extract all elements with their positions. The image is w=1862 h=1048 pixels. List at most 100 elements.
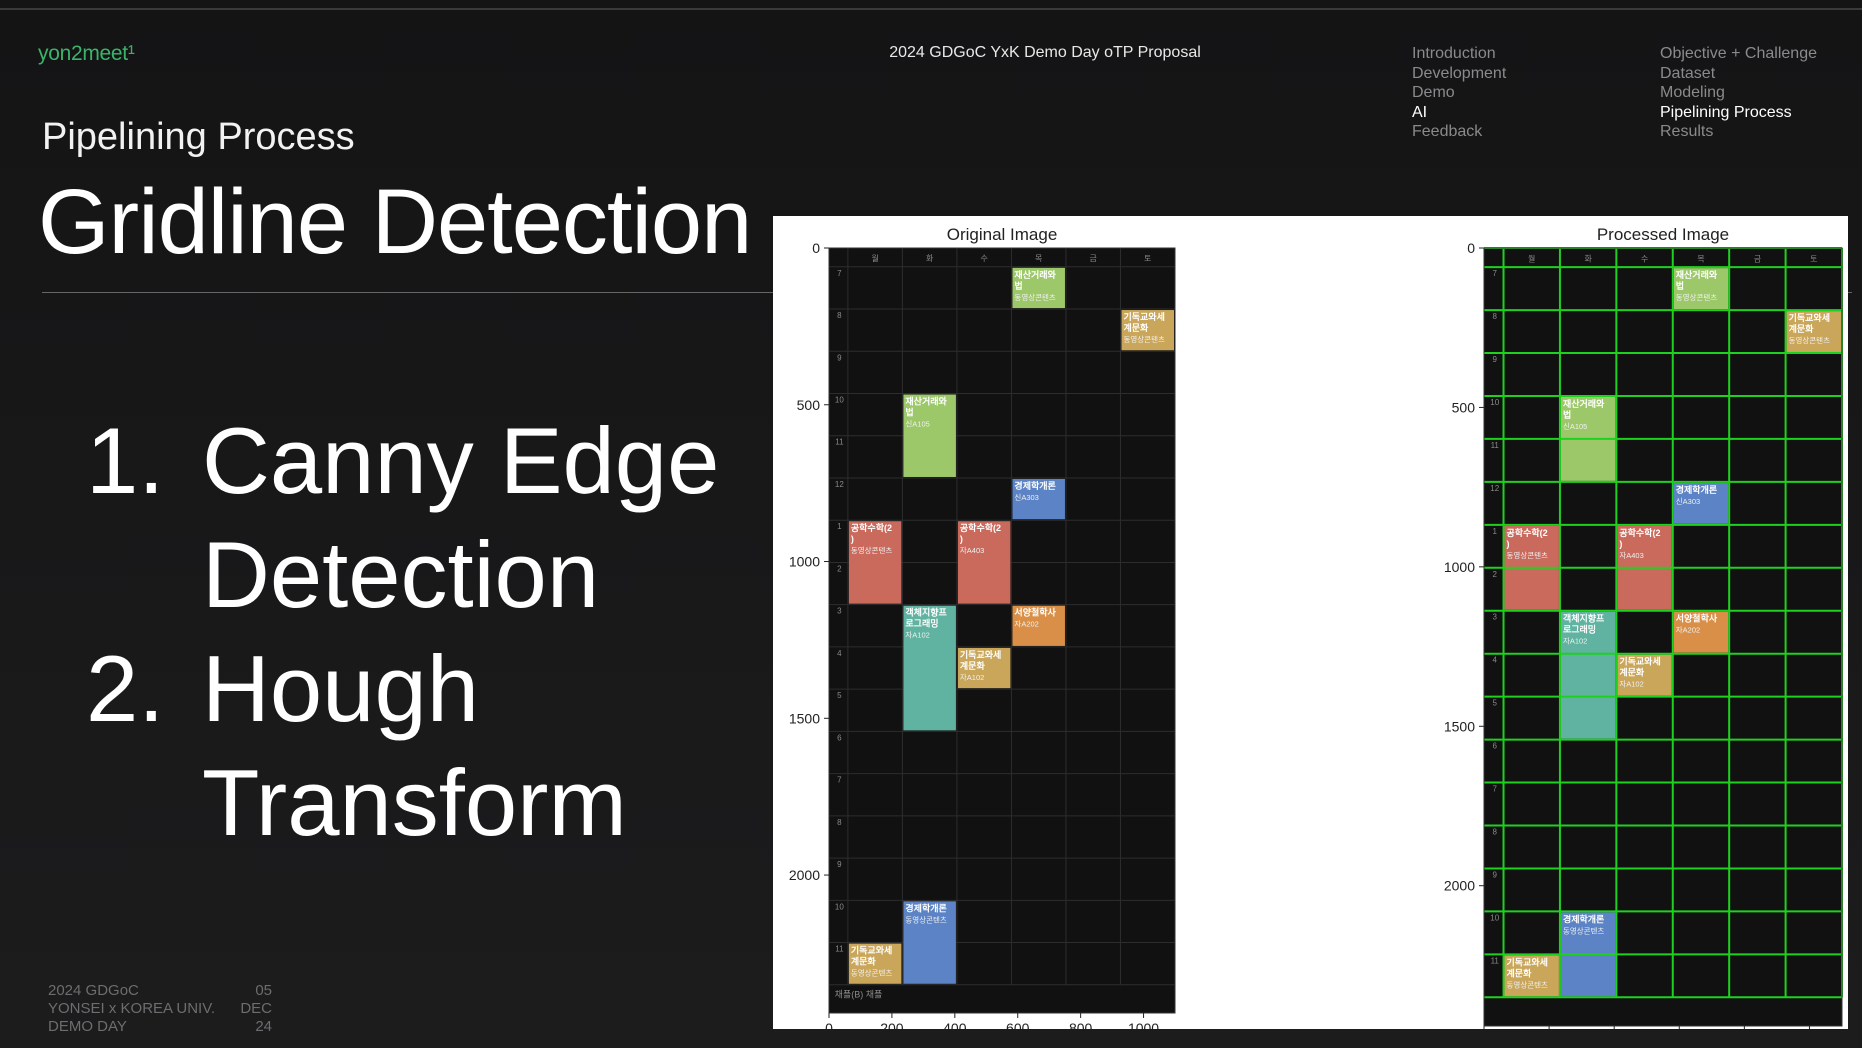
nav-item-dataset[interactable]: Dataset (1660, 64, 1817, 84)
step-number: 2. (86, 636, 165, 741)
class-block-title: 기독교와세 (1789, 312, 1830, 323)
day-header-label: 토 (1144, 254, 1151, 263)
comparison-figure-svg: Original Image월 화 수 목 금 토78910111212345678910… (789, 225, 1843, 1048)
hour-label: 7 (1493, 269, 1498, 278)
class-block-title: 서양철학사 (1014, 607, 1056, 618)
class-block-title: 법 (905, 407, 913, 418)
day-header-label: 목 (1035, 254, 1042, 263)
class-block-title: 기독교와세 (960, 649, 1001, 660)
hour-label: 5 (837, 691, 842, 700)
hour-label: 8 (1493, 312, 1498, 321)
y-tick-label: 2000 (789, 867, 820, 883)
class-block-room: 동영상콘텐츠 (905, 914, 946, 924)
brand-logo[interactable]: yon2meet¹ (38, 42, 135, 66)
y-tick-label: 1500 (789, 710, 820, 726)
hour-label: 2 (1493, 570, 1498, 579)
hour-label: 9 (1493, 870, 1498, 879)
class-block-title: 계문화 (1619, 667, 1645, 678)
hour-label: 2 (837, 564, 842, 573)
class-block-room: 동영상콘텐츠 (1676, 292, 1717, 302)
class-block-room: 동영상콘텐츠 (1507, 979, 1548, 989)
day-header-label: 금 (1754, 254, 1761, 263)
comparison-figure: Original Image 월 화 수 목 금 토 7 8 9 10 11 12 1 2 3 4 5 6 7 8 9 10… (773, 216, 1848, 1048)
class-block-title: ) (851, 534, 854, 544)
y-tick-label: 500 (1452, 399, 1476, 415)
class-block (957, 521, 1011, 604)
hour-label: 7 (837, 776, 842, 785)
class-block-title: 로그래밍 (905, 618, 938, 629)
footer-date: 05 DEC 24 (240, 982, 272, 1036)
x-tick-label: 600 (1006, 1020, 1030, 1029)
day-header-label: 화 (926, 254, 934, 263)
class-block-title: 공학수학(2 (1507, 527, 1548, 538)
steps-list: 1. Canny Edge Detection 2. Hough Transfo… (86, 404, 762, 860)
hour-label: 10 (835, 902, 844, 911)
hour-label: 9 (837, 353, 842, 362)
class-block-room: 자A102 (1619, 680, 1643, 689)
class-block-room: 자A202 (1014, 620, 1038, 629)
class-block-room: 동영상콘텐츠 (1123, 334, 1164, 344)
footer-date-line: 05 (255, 982, 272, 999)
class-block-title: 재산거래와 (1014, 269, 1056, 280)
class-block-room: 신A105 (1563, 422, 1587, 431)
class-block (848, 521, 902, 604)
step-text: Canny Edge Detection (202, 408, 720, 627)
hour-label: 10 (835, 396, 844, 405)
document-title: 2024 GDGoC YxK Demo Day oTP Proposal (889, 44, 1201, 61)
day-header-label: 화 (1584, 254, 1592, 263)
x-tick-label: 1000 (1128, 1020, 1159, 1029)
day-header-label: 월 (871, 253, 878, 263)
nav-item-objective[interactable]: Objective + Challenge (1660, 44, 1817, 64)
hour-label: 7 (1493, 785, 1498, 794)
nav-item-introduction[interactable]: Introduction (1412, 44, 1506, 64)
class-block-room: 신A105 (905, 420, 929, 429)
class-block-title: 법 (1676, 280, 1684, 291)
class-block-room: 자A403 (960, 546, 984, 555)
nav-item-ai[interactable]: AI (1412, 103, 1506, 123)
plot-title: Processed Image (1597, 225, 1729, 244)
nav-item-results[interactable]: Results (1660, 122, 1817, 142)
nav-item-pipelining-process[interactable]: Pipelining Process (1660, 103, 1817, 123)
nav-item-modeling[interactable]: Modeling (1660, 83, 1817, 103)
class-block-title: 경제학개론 (1676, 484, 1717, 495)
class-block-title: 서양철학사 (1676, 613, 1718, 624)
original-image-plot: Original Image월 화 수 목 금 토78910111212345678910… (789, 225, 1176, 1036)
day-header-label: 토 (1810, 254, 1817, 263)
nav-item-feedback[interactable]: Feedback (1412, 122, 1506, 142)
class-block-title: 공학수학(2 (1619, 527, 1660, 538)
class-block-title: 경제학개론 (905, 902, 946, 913)
x-tick-label: 0 (825, 1020, 833, 1029)
y-tick-label: 1000 (1444, 559, 1475, 575)
x-tick-label: 800 (1069, 1020, 1093, 1029)
nav-item-development[interactable]: Development (1412, 64, 1506, 84)
step-item: 1. Canny Edge Detection (86, 404, 762, 632)
class-block-title: 기독교와세 (1123, 311, 1164, 322)
class-block-title: 재산거래와 (905, 396, 947, 407)
hour-label: 8 (1493, 827, 1498, 836)
class-block (903, 901, 956, 984)
hour-label: 8 (837, 818, 842, 827)
class-block-room: 신A303 (1014, 493, 1038, 502)
class-block-room: 자A102 (960, 673, 984, 682)
class-block-title: 기독교와세 (1619, 656, 1660, 667)
y-tick-label: 0 (1467, 240, 1475, 256)
class-block-title: 기독교와세 (1507, 956, 1548, 967)
class-block-title: 공학수학(2 (960, 522, 1001, 533)
hour-label: 3 (837, 607, 842, 616)
class-block-title: 로그래밍 (1563, 624, 1596, 635)
step-text: Hough Transform (202, 636, 627, 855)
hour-label: 12 (1490, 484, 1499, 493)
class-block-room: 자A102 (1563, 637, 1587, 646)
y-tick-label: 1000 (789, 554, 820, 570)
class-block-title: 법 (1014, 280, 1022, 291)
hour-label: 5 (1493, 699, 1498, 708)
class-block-room: 자A403 (1619, 551, 1643, 560)
hour-label: 9 (837, 860, 842, 869)
class-block-title: 기독교와세 (851, 945, 892, 956)
nav-item-demo[interactable]: Demo (1412, 83, 1506, 103)
class-block-title: ) (1619, 539, 1622, 549)
day-header-label: 월 (1528, 253, 1535, 263)
class-block-title: 법 (1563, 409, 1571, 420)
hour-label: 11 (835, 438, 844, 447)
hour-label: 9 (1493, 355, 1498, 364)
